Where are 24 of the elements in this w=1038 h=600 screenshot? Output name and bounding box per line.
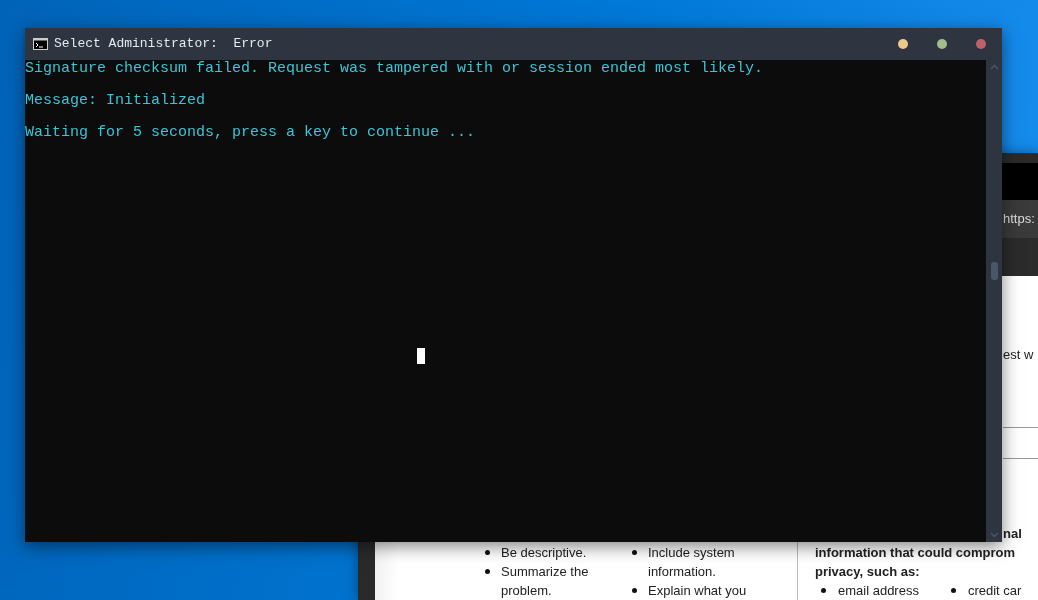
list-item: Be descriptive. [483,543,618,562]
url-text: https: [1003,210,1035,229]
scroll-up-icon[interactable] [989,64,999,70]
warning-heading: information that could comprom privacy, such as: [815,544,1017,581]
address-bar[interactable]: https: [1001,200,1038,238]
list-item: email address [815,581,919,600]
maximize-button[interactable] [937,39,947,49]
window-title: Select Administrator: Error [54,35,273,54]
console-line: Signature checksum failed. Request was tampered with or session ended most likely. [25,61,765,77]
list-item: Summarize the problem. [483,562,618,600]
warning-heading: nal [1003,525,1022,543]
console-icon [33,38,48,50]
scroll-down-icon[interactable] [989,532,999,538]
list-item: credit car [944,581,1022,600]
close-button[interactable] [976,39,986,49]
browser-title-bar [1001,163,1038,200]
console-line: Waiting for 5 seconds, press a key to continue ... [25,125,477,141]
minimize-button[interactable] [898,39,908,49]
list-item: Include system information. [630,543,765,581]
text-cursor [417,348,425,364]
page-text: est w [1003,346,1034,364]
scrollbar-thumb[interactable] [990,262,998,280]
console-line: Message: Initialized [25,93,207,109]
list-item: Explain what you [630,581,765,600]
